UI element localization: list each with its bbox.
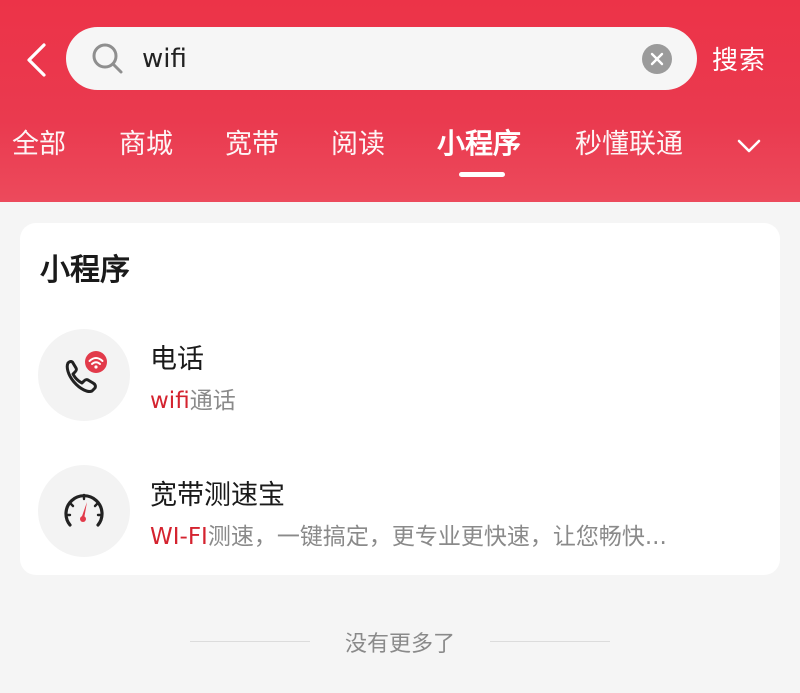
divider xyxy=(490,641,610,642)
no-more-text: 没有更多了 xyxy=(344,632,455,657)
mini-program-name: 宽带测速宝 xyxy=(150,480,285,511)
mini-program-item-phone[interactable]: 电话 wifi通话 xyxy=(20,329,780,429)
phone-wifi-icon xyxy=(65,351,107,393)
tab-miaodong-unicom[interactable]: 秒懂联通 xyxy=(575,122,683,161)
chevron-down-icon xyxy=(737,139,761,153)
search-button[interactable]: 搜索 xyxy=(712,40,766,77)
search-highlight: wifi xyxy=(150,388,190,414)
back-button[interactable] xyxy=(18,38,54,82)
close-icon xyxy=(650,52,664,66)
desc-text: 测速，一键搞定，更专业更快速，让您畅快... xyxy=(207,524,667,550)
expand-tabs-button[interactable] xyxy=(734,134,764,158)
mini-program-icon xyxy=(38,465,130,557)
tab-reading[interactable]: 阅读 xyxy=(331,122,385,161)
tab-broadband[interactable]: 宽带 xyxy=(225,122,279,161)
mini-program-name: 电话 xyxy=(150,344,204,375)
search-input[interactable] xyxy=(142,35,622,83)
mini-programs-card: 小程序 电话 wifi通话 宽带测速宝 WI-FI测速，一键搞定，更专业更快速，… xyxy=(20,223,780,575)
tab-all[interactable]: 全部 xyxy=(12,122,66,161)
section-title: 小程序 xyxy=(40,253,130,288)
category-tabs: 全部 商城 宽带 阅读 小程序 秒懂联通 xyxy=(0,122,800,182)
search-icon xyxy=(92,43,123,74)
tab-mini-programs[interactable]: 小程序 xyxy=(437,122,521,162)
mini-program-desc: wifi通话 xyxy=(150,381,760,415)
mini-program-desc: WI-FI测速，一键搞定，更专业更快速，让您畅快... xyxy=(150,517,760,551)
list-end-footer: 没有更多了 xyxy=(0,622,800,662)
tab-mall[interactable]: 商城 xyxy=(119,122,173,161)
desc-text: 通话 xyxy=(189,388,236,414)
search-highlight: WI-FI xyxy=(150,524,208,550)
header-bar: 搜索 全部 商城 宽带 阅读 小程序 秒懂联通 xyxy=(0,0,800,202)
active-tab-indicator xyxy=(459,172,505,177)
chevron-left-icon xyxy=(27,43,46,77)
search-box[interactable] xyxy=(66,27,697,90)
speedometer-icon xyxy=(64,493,104,527)
mini-program-icon xyxy=(38,329,130,421)
mini-program-item-speedtest[interactable]: 宽带测速宝 WI-FI测速，一键搞定，更专业更快速，让您畅快... xyxy=(20,465,780,565)
clear-search-button[interactable] xyxy=(642,44,672,74)
